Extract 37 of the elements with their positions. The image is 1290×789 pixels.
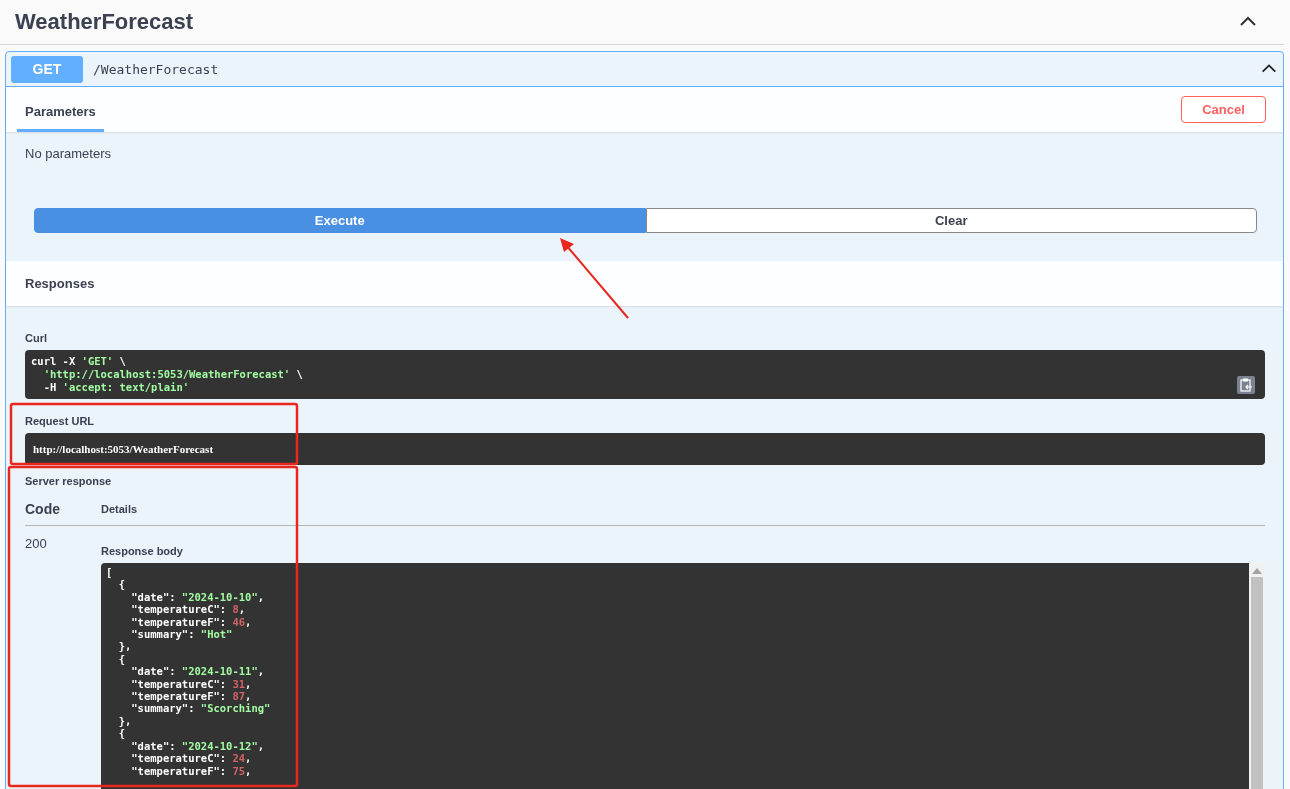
server-response-label: Server response — [25, 475, 112, 487]
endpoint-path: /WeatherForecast — [93, 61, 220, 77]
code-line: "temperatureF": 75, — [130, 764, 252, 777]
code-line: "summary": "Hot" — [130, 628, 233, 641]
code-line: "temperatureC": 8, — [130, 603, 246, 616]
code-line: { — [117, 652, 125, 666]
column-header: Code — [25, 501, 61, 517]
column-header: Details — [101, 503, 138, 515]
curl-label: Curl — [25, 332, 47, 344]
copy-icon[interactable] — [1237, 376, 1255, 394]
code-line: "temperatureF": 87, — [130, 690, 252, 703]
request-url-label: Request URL — [25, 415, 95, 427]
code-line: "temperatureF": 46, — [130, 615, 252, 629]
clear-button[interactable]: Clear — [645, 208, 1257, 233]
code-line: { — [117, 578, 125, 591]
code-line: "date": "2024-10-10", — [130, 590, 265, 604]
code-line: { — [117, 727, 125, 740]
no-parameters-text: No parameters — [25, 146, 112, 161]
parameters-tab[interactable]: Parameters — [17, 90, 104, 132]
scrollbar[interactable] — [1249, 563, 1265, 789]
code-line: 'http://localhost:5053/WeatherForecast' \ — [42, 368, 303, 381]
code-line: curl -X 'GET' \ — [31, 355, 126, 368]
code-line: "summary": "Scorching" — [130, 702, 271, 715]
code-line: }, — [117, 714, 132, 728]
code-line: -H 'accept: text/plain' — [42, 381, 190, 394]
response-body-label: Response body — [101, 545, 183, 557]
code-line: }, — [117, 640, 132, 653]
status-code: 200 — [25, 536, 48, 553]
method-badge: GET — [11, 55, 83, 83]
code-line: [ — [106, 566, 113, 579]
code-line: "date": "2024-10-11", — [130, 665, 265, 678]
code-line: "temperatureC": 24, — [130, 752, 252, 765]
code-line: "date": "2024-10-12", — [130, 739, 265, 753]
responses-title: Responses — [25, 276, 95, 291]
code-line: "temperatureC": 31, — [130, 677, 252, 691]
request-url: http://localhost:5053/WeatherForecast — [33, 443, 214, 455]
section-title: WeatherForecast — [15, 9, 195, 35]
